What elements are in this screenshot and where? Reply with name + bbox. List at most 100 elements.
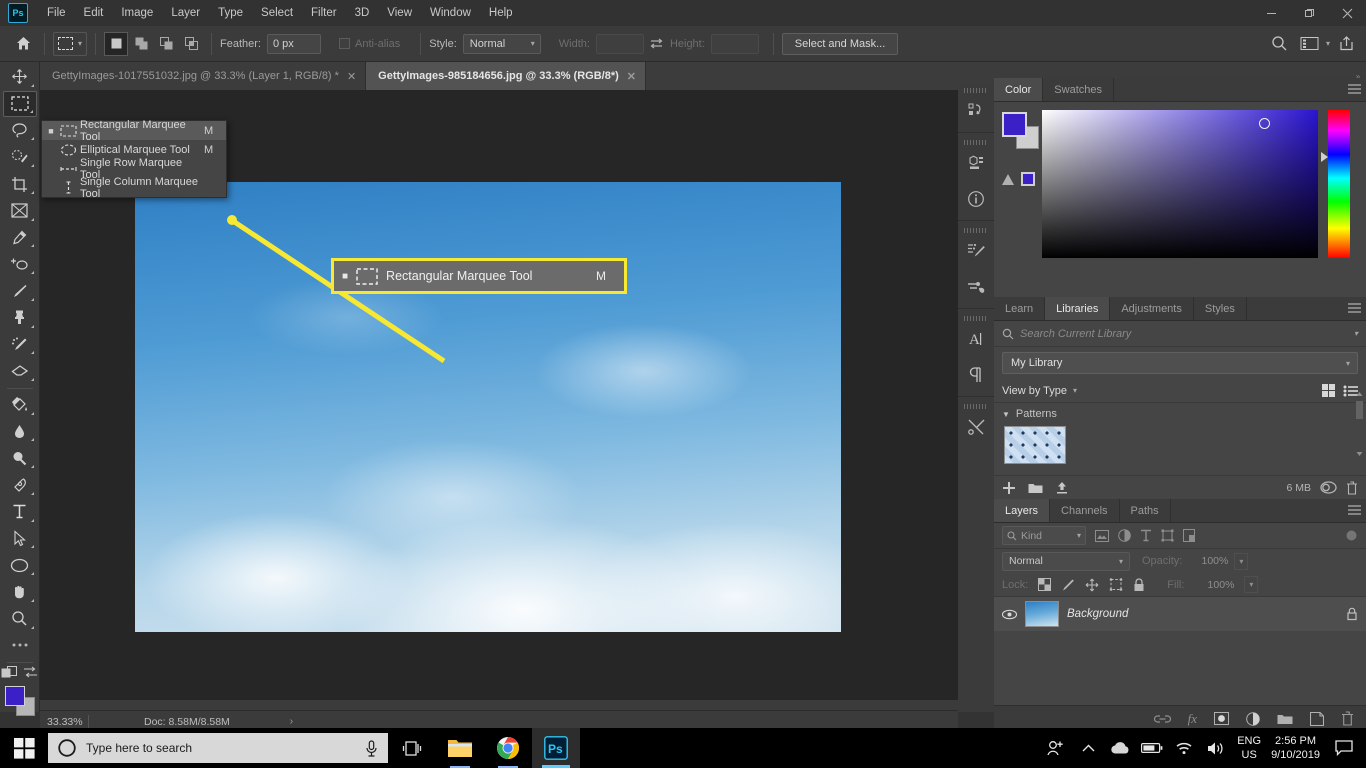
gradient-tool[interactable] <box>3 392 37 418</box>
layer-filter-kind-select[interactable]: Kind ▾ <box>1002 526 1086 545</box>
close-button[interactable] <box>1328 0 1366 26</box>
taskbar-search-box[interactable]: Type here to search <box>48 733 388 763</box>
websafe-color-chip[interactable] <box>1021 172 1035 186</box>
hue-slider[interactable] <box>1321 110 1350 258</box>
tab-learn[interactable]: Learn <box>994 297 1046 320</box>
battery-icon[interactable] <box>1141 742 1163 754</box>
flyout-item-single-column-marquee[interactable]: Single Column Marquee Tool <box>42 176 226 200</box>
filter-toggle-icon[interactable] <box>1345 529 1358 542</box>
rectangular-marquee-tool[interactable] <box>2 90 37 117</box>
menu-layer[interactable]: Layer <box>162 3 209 23</box>
zoom-level[interactable]: 33.33% <box>40 716 88 728</box>
dodge-tool[interactable] <box>3 445 37 471</box>
new-selection-button[interactable] <box>104 31 129 56</box>
actions-panel-icon[interactable] <box>961 412 991 442</box>
new-group-icon[interactable] <box>1277 713 1293 725</box>
filter-pixel-icon[interactable] <box>1095 529 1109 542</box>
lock-artboard-icon[interactable] <box>1109 578 1123 591</box>
lock-icon[interactable] <box>1346 607 1358 621</box>
brush-settings-icon[interactable] <box>961 236 991 266</box>
language-indicator[interactable]: ENG US <box>1237 734 1261 762</box>
menu-edit[interactable]: Edit <box>75 3 113 23</box>
tab-swatches[interactable]: Swatches <box>1043 78 1114 101</box>
menu-filter[interactable]: Filter <box>302 3 346 23</box>
blend-mode-select[interactable]: Normal ▾ <box>1002 551 1130 571</box>
layer-style-icon[interactable]: fx <box>1188 711 1197 727</box>
filter-adjustment-icon[interactable] <box>1118 529 1131 542</box>
crop-tool[interactable] <box>3 171 37 197</box>
move-tool[interactable] <box>3 64 37 90</box>
rail-grip-handle[interactable] <box>964 140 988 145</box>
chevron-down-icon[interactable]: ▾ <box>1326 39 1330 48</box>
zoom-tool[interactable] <box>3 606 37 632</box>
menu-view[interactable]: View <box>378 3 421 23</box>
libraries-scrollbar[interactable] <box>1355 391 1364 457</box>
filter-type-icon[interactable] <box>1140 529 1152 542</box>
document-image[interactable] <box>135 182 841 632</box>
document-tab-1-close-icon[interactable]: ✕ <box>347 70 356 83</box>
edit-toolbar-tool[interactable] <box>3 633 37 659</box>
frame-tool[interactable] <box>3 198 37 224</box>
library-select[interactable]: My Library ▾ <box>1002 352 1358 374</box>
rail-grip-handle[interactable] <box>964 316 988 321</box>
layer-mask-icon[interactable] <box>1214 712 1229 725</box>
screen-mode-icon[interactable] <box>23 666 38 680</box>
eyedropper-tool[interactable] <box>3 225 37 251</box>
upload-icon[interactable] <box>1055 481 1069 494</box>
brushes-panel-icon[interactable] <box>961 272 991 302</box>
tool-preset-picker[interactable]: ▾ <box>53 31 88 56</box>
panel-menu-icon[interactable] <box>1342 297 1366 320</box>
horizontal-type-tool[interactable] <box>3 499 37 525</box>
subtract-from-selection-button[interactable] <box>154 31 179 56</box>
info-panel-icon[interactable] <box>961 184 991 214</box>
width-input[interactable] <box>595 33 644 54</box>
maximize-button[interactable] <box>1290 0 1328 26</box>
lock-position-icon[interactable] <box>1085 578 1099 592</box>
pen-tool[interactable] <box>3 472 37 498</box>
add-to-selection-button[interactable] <box>129 31 154 56</box>
library-search-input[interactable]: Search Current Library <box>1020 328 1348 340</box>
menu-image[interactable]: Image <box>112 3 162 23</box>
fill-stepper[interactable]: ▾ <box>1244 576 1259 593</box>
paragraph-panel-icon[interactable] <box>961 360 991 390</box>
rail-grip-handle[interactable] <box>964 228 988 233</box>
task-view-icon[interactable] <box>388 728 436 768</box>
creative-cloud-icon[interactable] <box>1320 481 1337 494</box>
menu-file[interactable]: File <box>38 3 75 23</box>
tab-layers[interactable]: Layers <box>994 499 1051 522</box>
brush-tool[interactable] <box>3 278 37 304</box>
taskbar-search-input[interactable]: Type here to search <box>86 741 355 755</box>
search-icon[interactable] <box>1266 30 1294 58</box>
lock-all-icon[interactable] <box>1133 577 1145 592</box>
delete-icon[interactable] <box>1346 480 1358 495</box>
pattern-asset-thumbnail[interactable] <box>1004 426 1066 464</box>
home-icon[interactable] <box>10 31 36 57</box>
link-layers-icon[interactable] <box>1153 714 1171 724</box>
opacity-value[interactable]: 100% <box>1190 553 1229 570</box>
tab-color[interactable]: Color <box>994 78 1044 101</box>
filter-smart-object-icon[interactable] <box>1183 529 1195 542</box>
tab-adjustments[interactable]: Adjustments <box>1110 297 1194 320</box>
height-input[interactable] <box>710 33 759 54</box>
people-icon[interactable] <box>1045 740 1067 757</box>
history-brush-tool[interactable] <box>3 332 37 358</box>
panel-menu-icon[interactable] <box>1342 499 1366 522</box>
foreground-background-colors[interactable] <box>4 686 35 717</box>
file-explorer-icon[interactable] <box>436 728 484 768</box>
grid-view-icon[interactable] <box>1322 384 1335 397</box>
lock-transparent-pixels-icon[interactable] <box>1038 578 1052 591</box>
windows-start-icon[interactable] <box>0 728 48 768</box>
document-tab-2[interactable]: GettyImages-985184656.jpg @ 33.3% (RGB/8… <box>366 62 646 90</box>
anti-alias-checkbox[interactable] <box>338 38 350 49</box>
rail-grip-handle[interactable] <box>964 88 988 93</box>
layer-row-background[interactable]: Background <box>994 597 1366 631</box>
object-selection-tool[interactable] <box>3 144 37 170</box>
blur-tool[interactable] <box>3 419 37 445</box>
opacity-stepper[interactable]: ▾ <box>1234 552 1249 570</box>
feather-input[interactable]: 0 px <box>266 33 321 54</box>
patterns-group-header[interactable]: ▼ Patterns <box>994 403 1366 422</box>
action-center-icon[interactable] <box>1330 740 1358 756</box>
menu-window[interactable]: Window <box>421 3 480 23</box>
minimize-button[interactable] <box>1252 0 1290 26</box>
character-panel-icon[interactable]: A <box>961 324 991 354</box>
